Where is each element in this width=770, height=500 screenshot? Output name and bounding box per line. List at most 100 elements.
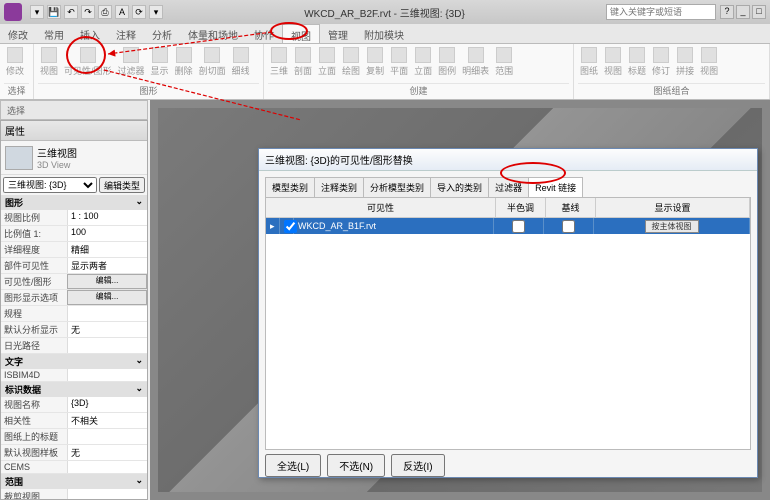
modify-button[interactable]: 修改 xyxy=(4,46,26,83)
prop-row[interactable]: 比例值 1:100 xyxy=(1,226,147,242)
dialog-tabs: 模型类别 注释类别 分析模型类别 导入的类别 过滤器 Revit 链接 xyxy=(265,177,751,197)
menu-annotate[interactable]: 注释 xyxy=(108,24,144,43)
prop-row[interactable]: 详细程度精细 xyxy=(1,242,147,258)
viewref-button[interactable]: 视图 xyxy=(602,46,624,83)
display-settings-button[interactable]: 按主体视图 xyxy=(645,220,699,233)
visibility-graphics-button[interactable]: 可见性/图形 xyxy=(62,46,114,83)
quick-access-toolbar: ▾ 💾 ↶ ↷ ⎙ A ⟳ ▾ xyxy=(30,5,163,19)
ribbon-group-create: 三维 剖面 立面 绘图 复制 平面 立面 图例 明细表 范围 创建 xyxy=(264,44,574,99)
scope-button[interactable]: 范围 xyxy=(493,46,515,83)
section-button[interactable]: 剖面 xyxy=(292,46,314,83)
prop-row[interactable]: 部件可见性显示两者 xyxy=(1,258,147,274)
qat-more-icon[interactable]: ▾ xyxy=(149,5,163,19)
prop-row[interactable]: 图纸上的标题 xyxy=(1,429,147,445)
maximize-icon[interactable]: □ xyxy=(752,5,766,19)
duplicate-button[interactable]: 复制 xyxy=(364,46,386,83)
tab-filters[interactable]: 过滤器 xyxy=(488,177,529,197)
invert-button[interactable]: 反选(I) xyxy=(391,454,444,477)
view-subtype: 3D View xyxy=(37,160,77,170)
prop-row[interactable]: 视图比例1 : 100 xyxy=(1,210,147,226)
sheet-button[interactable]: 图纸 xyxy=(578,46,600,83)
properties-thumb: 三维视图 3D View xyxy=(1,141,147,175)
qat-save-icon[interactable]: 💾 xyxy=(47,5,61,19)
properties-panel: 属性 三维视图 3D View 三维视图: {3D} 编辑类型 图形⌄视图比例1… xyxy=(0,120,148,500)
ribbon-group-graphics: 视图 可见性/图形 过滤器 显示 删除 剖切面 细线 图形 xyxy=(34,44,264,99)
edit-type-button[interactable]: 编辑类型 xyxy=(99,177,145,193)
select-none-button[interactable]: 不选(N) xyxy=(327,454,385,477)
view-type: 三维视图 xyxy=(37,145,77,160)
tab-imported[interactable]: 导入的类别 xyxy=(430,177,489,197)
matchline-button[interactable]: 拼接 xyxy=(674,46,696,83)
link-table-header: 可见性 半色调 基线 显示设置 xyxy=(266,198,750,218)
view-templates-button[interactable]: 视图 xyxy=(38,46,60,83)
col-halftone: 半色调 xyxy=(496,198,546,217)
3dview-button[interactable]: 三维 xyxy=(268,46,290,83)
link-underlay-checkbox[interactable] xyxy=(562,220,575,233)
prop-row[interactable]: 裁剪视图 xyxy=(1,489,147,500)
link-halftone-checkbox[interactable] xyxy=(512,220,525,233)
prop-row[interactable]: 默认视图样板无 xyxy=(1,445,147,461)
view-selector[interactable]: 三维视图: {3D} xyxy=(3,177,97,193)
qat-print-icon[interactable]: ⎙ xyxy=(98,5,112,19)
prop-group-header[interactable]: 标识数据⌄ xyxy=(1,382,147,397)
property-grid: 图形⌄视图比例1 : 100比例值 1:100详细程度精细部件可见性显示两者可见… xyxy=(1,195,147,500)
elev2-button[interactable]: 立面 xyxy=(412,46,434,83)
tab-analytical[interactable]: 分析模型类别 xyxy=(363,177,431,197)
col-underlay: 基线 xyxy=(546,198,596,217)
legend-button[interactable]: 图例 xyxy=(436,46,458,83)
select-all-button[interactable]: 全选(L) xyxy=(265,454,321,477)
thinlines-button[interactable]: 细线 xyxy=(230,46,252,83)
drafting-button[interactable]: 绘图 xyxy=(340,46,362,83)
title-button[interactable]: 标题 xyxy=(626,46,648,83)
show-button[interactable]: 显示 xyxy=(149,46,171,83)
menu-insert[interactable]: 插入 xyxy=(72,24,108,43)
plan-button[interactable]: 平面 xyxy=(388,46,410,83)
search-input[interactable] xyxy=(606,4,716,20)
minimize-icon[interactable]: _ xyxy=(736,5,750,19)
help-icon[interactable]: ? xyxy=(720,5,734,19)
menu-collaborate[interactable]: 协作 xyxy=(246,24,282,43)
qat-measure-icon[interactable]: A xyxy=(115,5,129,19)
schedule-button[interactable]: 明细表 xyxy=(460,46,491,83)
prop-row[interactable]: ISBIM4D xyxy=(1,369,147,382)
menu-home[interactable]: 常用 xyxy=(36,24,72,43)
filters-button[interactable]: 过滤器 xyxy=(116,46,147,83)
col-visibility: 可见性 xyxy=(266,198,496,217)
ribbon: 修改 选择 视图 可见性/图形 过滤器 显示 删除 剖切面 细线 图形 三维 剖… xyxy=(0,44,770,100)
revision-button[interactable]: 修订 xyxy=(650,46,672,83)
menu-view[interactable]: 视图 xyxy=(282,24,320,43)
cutprofile-button[interactable]: 剖切面 xyxy=(197,46,228,83)
menu-manage[interactable]: 管理 xyxy=(320,24,356,43)
prop-row[interactable]: 视图名称{3D} xyxy=(1,397,147,413)
title-bar: ▾ 💾 ↶ ↷ ⎙ A ⟳ ▾ WKCD_AR_B2F.rvt - 三维视图: … xyxy=(0,0,770,24)
prop-row[interactable]: 默认分析显示无 xyxy=(1,322,147,338)
dialog-title: 三维视图: {3D}的可见性/图形替换 xyxy=(259,149,757,171)
qat-undo-icon[interactable]: ↶ xyxy=(64,5,78,19)
qat-open-icon[interactable]: ▾ xyxy=(30,5,44,19)
qat-redo-icon[interactable]: ↷ xyxy=(81,5,95,19)
link-table-row[interactable]: ▸ WKCD_AR_B1F.rvt 按主体视图 xyxy=(266,218,750,234)
menu-modify[interactable]: 修改 xyxy=(0,24,36,43)
menu-bar: 修改 常用 插入 注释 分析 体量和场地 协作 视图 管理 附加模块 xyxy=(0,24,770,44)
tab-annotation[interactable]: 注释类别 xyxy=(314,177,364,197)
prop-row[interactable]: 相关性不相关 xyxy=(1,413,147,429)
prop-group-header[interactable]: 图形⌄ xyxy=(1,195,147,210)
window-title: WKCD_AR_B2F.rvt - 三维视图: {3D} xyxy=(163,5,606,20)
prop-row[interactable]: 图形显示选项编辑... xyxy=(1,290,147,306)
prop-group-header[interactable]: 范围⌄ xyxy=(1,474,147,489)
menu-addins[interactable]: 附加模块 xyxy=(356,24,412,43)
menu-analyze[interactable]: 分析 xyxy=(144,24,180,43)
prop-row[interactable]: 日光路径 xyxy=(1,338,147,354)
ribbon-group-select: 修改 选择 xyxy=(0,44,34,99)
viewref2-button[interactable]: 视图 xyxy=(698,46,720,83)
prop-row[interactable]: 可见性/图形编辑... xyxy=(1,274,147,290)
qat-sync-icon[interactable]: ⟳ xyxy=(132,5,146,19)
prop-row[interactable]: 规程 xyxy=(1,306,147,322)
remove-button[interactable]: 删除 xyxy=(173,46,195,83)
elevation-button[interactable]: 立面 xyxy=(316,46,338,83)
prop-group-header[interactable]: 文字⌄ xyxy=(1,354,147,369)
tab-model[interactable]: 模型类别 xyxy=(265,177,315,197)
tab-revit-links[interactable]: Revit 链接 xyxy=(528,177,583,197)
menu-mass-site[interactable]: 体量和场地 xyxy=(180,24,246,43)
prop-row[interactable]: CEMS xyxy=(1,461,147,474)
